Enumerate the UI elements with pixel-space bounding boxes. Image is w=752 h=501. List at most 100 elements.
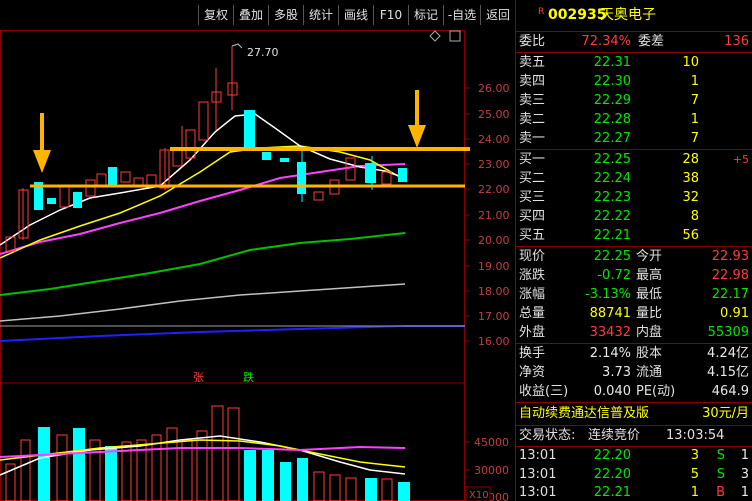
tick-count: 1 <box>740 448 749 463</box>
overlay-button[interactable]: 叠加 <box>233 5 268 25</box>
price-tick: 20.00 <box>478 234 510 247</box>
candle-down <box>365 163 376 183</box>
tick-price: 22.20 <box>593 448 631 463</box>
down-arrow-icon <box>408 90 426 148</box>
tick-side: S <box>716 448 725 463</box>
tick-time: 13:01 <box>519 485 557 500</box>
quote-row-volume: 总量 88741 量比 0.91 <box>516 304 752 323</box>
price-tick: 23.00 <box>478 158 510 171</box>
sell-1-row: 卖一 22.27 7 <box>516 129 752 148</box>
candle-up <box>85 179 96 197</box>
kline-chart[interactable]: 26.00 25.00 24.00 23.00 22.00 21.00 20.0… <box>0 30 515 501</box>
order-volume: 28 <box>682 152 699 167</box>
nav-label: 净资 <box>519 365 546 380</box>
tick-volume: 3 <box>690 448 699 463</box>
status-value: 连续竞价 <box>588 428 641 443</box>
candle-down <box>280 158 289 162</box>
order-volume: 1 <box>690 74 699 89</box>
r-badge: R <box>538 7 545 17</box>
order-change: +5 <box>732 153 749 166</box>
chart-toolbar: 复权 叠加 多股 统计 画线 F10 标记 -自选 返回 <box>0 0 515 30</box>
order-price: 22.25 <box>593 152 631 167</box>
candle-up <box>96 173 107 187</box>
order-volume: 38 <box>682 171 699 186</box>
tick-price: 22.20 <box>593 467 631 482</box>
candle-up <box>59 184 70 208</box>
weibi-label: 委比 <box>519 34 546 49</box>
back-button[interactable]: 返回 <box>480 5 515 25</box>
pe-value: 464.9 <box>711 384 749 399</box>
trading-status-row: 交易状态: 连续竞价 13:03:54 <box>516 426 752 445</box>
tick-count: 3 <box>740 467 749 482</box>
status-time: 13:03:54 <box>666 428 725 443</box>
candle-down <box>73 192 82 208</box>
order-price: 22.24 <box>593 171 631 186</box>
fuquan-button[interactable]: 复权 <box>198 5 233 25</box>
order-label: 卖四 <box>519 74 546 89</box>
price-tick: 26.00 <box>478 82 510 95</box>
order-label: 买二 <box>519 171 546 186</box>
buy-2-row: 买二 22.24 38 <box>516 169 752 188</box>
quote-row-change: 涨跌 -0.72 最高 22.98 <box>516 266 752 285</box>
tick-time: 13:01 <box>519 448 557 463</box>
candle-down <box>47 198 56 204</box>
turnover-label: 换手 <box>519 346 546 361</box>
statistics-button[interactable]: 统计 <box>303 5 338 25</box>
fall-marker: 跌 <box>243 370 254 384</box>
tick-side: S <box>716 467 725 482</box>
subscription-price[interactable]: 30元/月 <box>702 404 749 423</box>
tick-count: 1 <box>740 485 749 500</box>
order-price: 22.29 <box>593 93 631 108</box>
outer-label: 外盘 <box>519 325 546 340</box>
candle-down <box>262 152 271 160</box>
order-price: 22.30 <box>593 74 631 89</box>
buy-4-row: 买四 22.22 8 <box>516 207 752 226</box>
ma120-line <box>0 283 406 322</box>
order-price: 22.23 <box>593 190 631 205</box>
tick-row: 13:01 22.20 5 S 3 <box>516 465 752 484</box>
f10-button[interactable]: F10 <box>373 5 408 25</box>
multi-stock-button[interactable]: 多股 <box>268 5 303 25</box>
tick-row: 13:01 22.21 1 B 1 <box>516 483 752 501</box>
order-label: 卖二 <box>519 112 546 127</box>
stock-code: 002935 <box>548 7 607 23</box>
order-volume: 32 <box>682 190 699 205</box>
mark-button[interactable]: 标记 <box>408 5 443 25</box>
open-price: 22.93 <box>711 249 749 264</box>
price-tick: 21.00 <box>478 209 510 222</box>
volume-label: 总量 <box>519 306 546 321</box>
order-price: 22.31 <box>593 55 631 70</box>
weibi-row: 委比 72.34% 委差 136 <box>516 32 752 51</box>
sell-3-row: 卖三 22.29 7 <box>516 91 752 110</box>
rise-marker: 张 <box>193 371 204 384</box>
high-price-label: 27.70 <box>247 46 279 59</box>
remove-watchlist-button[interactable]: -自选 <box>443 5 480 25</box>
order-price: 22.21 <box>593 228 631 243</box>
pe-label: PE(动) <box>636 384 676 399</box>
diamond-icon[interactable] <box>429 30 441 42</box>
window-icon[interactable] <box>449 30 461 42</box>
candle-up <box>120 171 131 183</box>
draw-line-button[interactable]: 画线 <box>338 5 373 25</box>
order-label: 买一 <box>519 152 546 167</box>
subscription-banner[interactable]: 自动续费通达信普及版 30元/月 <box>516 404 752 424</box>
tick-time: 13:01 <box>519 467 557 482</box>
order-label: 卖五 <box>519 55 546 70</box>
stock-name: 天奥电子 <box>600 7 656 23</box>
buy-3-row: 买三 22.23 32 <box>516 188 752 207</box>
tick-row: 13:01 22.20 3 S 1 <box>516 446 752 465</box>
subscription-text[interactable]: 自动续费通达信普及版 <box>519 404 649 423</box>
candle-down <box>108 167 117 185</box>
fund-row-nav: 净资 3.73 流通 4.15亿 <box>516 363 752 382</box>
float-value: 4.15亿 <box>707 365 749 380</box>
eps-value: 0.040 <box>593 384 631 399</box>
weicha-value: 136 <box>724 34 749 49</box>
weibi-value: 72.34% <box>581 34 631 49</box>
price-axis: 26.00 25.00 24.00 23.00 22.00 21.00 20.0… <box>465 82 510 348</box>
tick-volume: 1 <box>690 485 699 500</box>
open-label: 今开 <box>636 249 663 264</box>
order-volume: 56 <box>682 228 699 243</box>
candle-up <box>345 157 356 181</box>
candle-down <box>398 168 407 182</box>
sell-5-row: 卖五 22.31 10 <box>516 53 752 72</box>
